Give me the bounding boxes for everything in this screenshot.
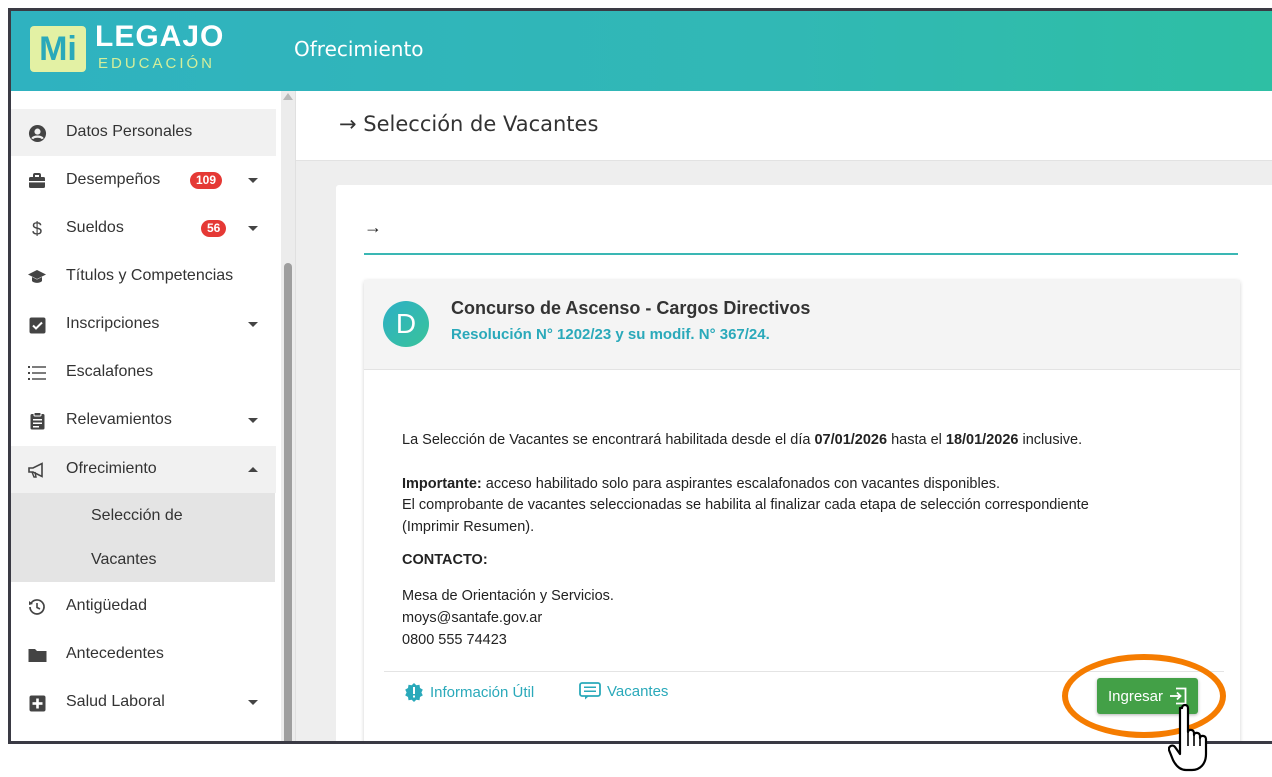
scroll-up-arrow-icon[interactable] bbox=[283, 93, 293, 100]
info-util-link[interactable]: Información Útil bbox=[404, 682, 534, 702]
vacantes-label: Vacantes bbox=[607, 682, 669, 700]
user-circle-icon bbox=[27, 123, 47, 143]
sidebar-item-relevamientos[interactable]: Relevamientos bbox=[11, 397, 276, 444]
sidebar-item-salud-laboral[interactable]: Salud Laboral bbox=[11, 679, 276, 726]
hand-pointer-icon bbox=[1167, 702, 1228, 777]
chevron-down-icon bbox=[248, 700, 258, 705]
sidebar-item-label: Relevamientos bbox=[66, 411, 172, 428]
sidebar: Datos Personales Desempeños 109 $ Sueldo… bbox=[11, 91, 281, 741]
sidebar-item-sueldos[interactable]: $ Sueldos 56 bbox=[11, 205, 276, 252]
sidebar-item-inscripciones[interactable]: Inscripciones bbox=[11, 301, 276, 348]
briefcase-icon bbox=[27, 171, 47, 191]
chevron-down-icon bbox=[248, 418, 258, 423]
section-title: Ofrecimiento bbox=[294, 37, 424, 61]
sidebar-item-escalafones[interactable]: Escalafones bbox=[11, 349, 276, 396]
history-icon bbox=[27, 597, 47, 617]
checkbox-icon bbox=[27, 315, 47, 335]
sidebar-item-label: Sueldos bbox=[66, 219, 124, 236]
card-header: D Concurso de Ascenso - Cargos Directivo… bbox=[364, 280, 1240, 370]
avatar: D bbox=[383, 301, 429, 347]
sidebar-item-titulos[interactable]: Títulos y Competencias bbox=[11, 253, 276, 300]
date-to: 18/01/2026 bbox=[945, 432, 1019, 448]
note-line-2: (Imprimir Resumen). bbox=[402, 519, 535, 535]
section-divider bbox=[364, 253, 1238, 255]
sidebar-subitem-seleccion-vacantes[interactable]: Selección de bbox=[11, 493, 275, 538]
sidebar-item-label: Salud Laboral bbox=[66, 693, 165, 710]
vacantes-link[interactable]: Vacantes bbox=[579, 682, 668, 700]
dollar-icon: $ bbox=[31, 218, 42, 239]
arrow-right-icon: → bbox=[339, 112, 364, 136]
sidebar-item-label: Desempeños bbox=[66, 171, 161, 188]
info-badge-icon bbox=[405, 683, 423, 702]
chevron-down-icon bbox=[248, 178, 258, 183]
chevron-down-icon bbox=[248, 226, 258, 231]
date-from: 07/01/2026 bbox=[814, 432, 888, 448]
chevron-up-icon bbox=[248, 467, 258, 472]
sidebar-subitem-label: Selección de bbox=[91, 507, 183, 524]
message-list-icon bbox=[579, 682, 601, 700]
sidebar-item-label: Antigüedad bbox=[66, 597, 147, 614]
list-icon bbox=[27, 363, 47, 383]
availability-text-mid: hasta el bbox=[887, 432, 946, 448]
sidebar-item-ofrecimiento[interactable]: Ofrecimiento bbox=[11, 446, 276, 493]
contact-phone: 0800 555 74423 bbox=[402, 632, 507, 648]
logo-mark: Mi bbox=[30, 26, 86, 72]
note-line-1: El comprobante de vacantes seleccionadas… bbox=[402, 497, 1089, 513]
availability-text-end: inclusive. bbox=[1018, 432, 1083, 448]
page-header: → Selección de Vacantes bbox=[296, 91, 1272, 161]
logo-subtitle: EDUCACIÓN bbox=[98, 55, 216, 72]
sidebar-item-label: Títulos y Competencias bbox=[66, 267, 234, 284]
medical-plus-icon bbox=[27, 693, 47, 713]
arrow-right-icon: → bbox=[364, 217, 382, 237]
availability-text-start: La Selección de Vacantes se encontrará h… bbox=[402, 432, 815, 448]
sidebar-scrollbar[interactable] bbox=[281, 91, 295, 741]
logo-title: LEGAJO bbox=[95, 20, 225, 53]
graduation-cap-icon bbox=[27, 267, 47, 287]
sidebar-item-label: Datos Personales bbox=[66, 123, 193, 140]
info-util-label: Información Útil bbox=[430, 683, 535, 701]
clipboard-icon bbox=[27, 411, 47, 431]
breadcrumb: → Selección de Vacantes bbox=[339, 112, 598, 136]
app-window: Mi LEGAJO EDUCACIÓN Ofrecimiento Datos P… bbox=[8, 8, 1272, 744]
important-message: acceso habilitado solo para aspirantes e… bbox=[481, 476, 1001, 492]
sidebar-subitem-label: Vacantes bbox=[91, 551, 157, 568]
sidebar-item-label: Antecedentes bbox=[66, 645, 164, 662]
contact-org: Mesa de Orientación y Servicios. bbox=[402, 588, 614, 604]
main-content: → Selección de Vacantes → D Concurso de … bbox=[296, 91, 1272, 741]
sidebar-item-desempenos[interactable]: Desempeños 109 bbox=[11, 157, 276, 204]
top-bar: Mi LEGAJO EDUCACIÓN Ofrecimiento bbox=[11, 11, 1272, 91]
megaphone-icon bbox=[27, 460, 47, 480]
important-label: Importante: bbox=[402, 476, 482, 492]
card-title: Concurso de Ascenso - Cargos Directivos bbox=[451, 298, 811, 318]
sidebar-item-label: Inscripciones bbox=[66, 315, 160, 332]
card-subtitle: Resolución N° 1202/23 y su modif. N° 367… bbox=[451, 326, 770, 343]
notification-badge: 109 bbox=[190, 172, 223, 189]
page-title: Selección de Vacantes bbox=[363, 112, 599, 136]
sidebar-item-antiguedad[interactable]: Antigüedad bbox=[11, 583, 276, 630]
contact-email: moys@santafe.gov.ar bbox=[402, 610, 543, 626]
chevron-down-icon bbox=[248, 322, 258, 327]
sidebar-subitem-seleccion-vacantes-cont[interactable]: Vacantes bbox=[11, 537, 275, 582]
sidebar-item-label: Ofrecimiento bbox=[66, 460, 157, 477]
scrollbar-thumb[interactable] bbox=[284, 263, 292, 741]
folder-icon bbox=[27, 645, 47, 665]
sidebar-item-antecedentes[interactable]: Antecedentes bbox=[11, 631, 276, 678]
contact-label: CONTACTO: bbox=[402, 552, 488, 568]
important-text: Importante: acceso habilitado solo para … bbox=[402, 474, 1000, 494]
notification-badge: 56 bbox=[201, 220, 227, 237]
sidebar-item-datos-personales[interactable]: Datos Personales bbox=[11, 109, 276, 156]
sidebar-item-label: Escalafones bbox=[66, 363, 154, 380]
availability-text: La Selección de Vacantes se encontrará h… bbox=[402, 430, 1082, 450]
